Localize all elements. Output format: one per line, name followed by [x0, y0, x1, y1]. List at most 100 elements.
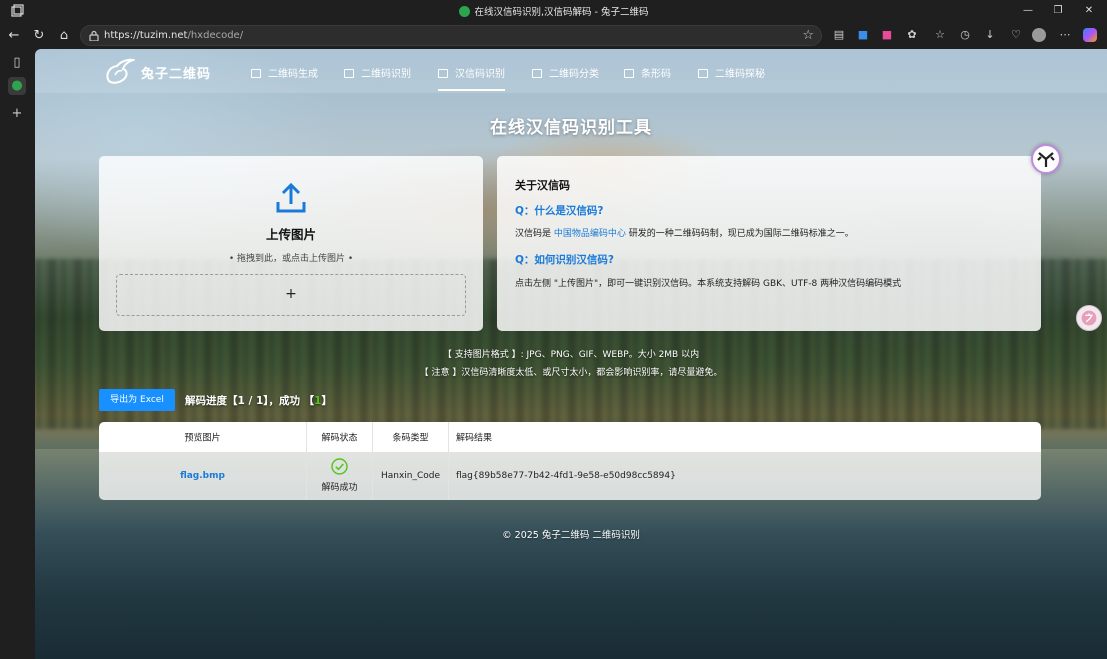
results-table: 预览图片 解码状态 条码类型 解码结果 flag.bmp 解码成功 Hanxin…: [99, 422, 1041, 500]
result-cell: flag{89b58e77-7b42-4fd1-9e58-e50d98cc589…: [456, 452, 1036, 500]
url-path: /hxdecode/: [187, 30, 244, 41]
upload-hint: • 拖拽到此，或点击上传图片 •: [228, 254, 354, 264]
decode-result[interactable]: flag{89b58e77-7b42-4fd1-9e58-e50d98cc589…: [456, 471, 1036, 481]
favorites-icon[interactable]: ☆: [933, 28, 947, 42]
category-icon: [532, 69, 542, 78]
warning-note: 【 注意 】汉信码清晰度太低、或尺寸太小，都会影响识别率，请尽量避免。: [419, 368, 723, 378]
extension-bookmark-icon[interactable]: ■: [856, 28, 870, 42]
header-result: 解码结果: [456, 433, 493, 444]
about-card: 关于汉信码 Q：什么是汉信码? 汉信码是 中国物品编码中心 研发的一种二维码码制…: [497, 156, 1041, 331]
nav-label: 汉信码识别: [455, 69, 505, 80]
image-icon: [438, 69, 448, 78]
window-title-text: 在线汉信码识别,汉信码解码 - 兔子二维码: [474, 7, 649, 18]
home-button[interactable]: ⌂: [55, 27, 73, 45]
faq-answer-what: 汉信码是 中国物品编码中心 研发的一种二维码码制，现已成为国际二维码标准之一。: [515, 226, 854, 239]
header-cell: 预览图片: [99, 422, 307, 452]
history-icon[interactable]: ◷: [958, 28, 972, 42]
nav-label: 条形码: [641, 69, 671, 80]
nav-qrcode-generate[interactable]: 二维码生成: [251, 65, 318, 80]
close-window-button[interactable]: ✕: [1074, 2, 1104, 20]
progress-text-end: 】: [321, 395, 332, 407]
header-status: 解码状态: [321, 433, 358, 444]
type-cell: Hanxin_Code: [373, 452, 449, 500]
upload-icon: [276, 182, 306, 213]
performance-heart-icon[interactable]: ♡: [1009, 28, 1023, 42]
url-text: https://tuzim.net/hxdecode/: [104, 30, 243, 41]
favorite-star-icon[interactable]: ☆: [802, 28, 814, 43]
answer-text: 研发的一种二维码码制，现已成为国际二维码标准之一。: [625, 229, 854, 239]
grid-icon: [251, 69, 261, 78]
nav-hanxin-recognize[interactable]: 汉信码识别: [438, 65, 505, 91]
maximize-button[interactable]: ❐: [1043, 2, 1073, 20]
minimize-button[interactable]: —: [1013, 2, 1043, 20]
decode-progress: 解码进度【1 / 1】，成功 【1】: [185, 393, 332, 408]
floating-assistant-button[interactable]: [1031, 144, 1061, 174]
header-type: 条码类型: [392, 433, 429, 444]
page-footer: © 2025 兔子二维码 二维码识别: [502, 530, 640, 541]
reading-view-icon[interactable]: ▤: [832, 28, 846, 42]
copilot-icon[interactable]: [1083, 28, 1097, 42]
page-title: 在线汉信码识别工具: [490, 118, 652, 138]
header-preview: 预览图片: [184, 433, 221, 444]
book-icon: [698, 69, 708, 78]
tab-list-icon[interactable]: ▯: [8, 54, 26, 72]
address-bar[interactable]: https://tuzim.net/hxdecode/ ☆: [80, 25, 822, 46]
drop-zone[interactable]: +: [116, 274, 466, 316]
extensions-icon[interactable]: ✿: [905, 28, 919, 42]
browser-toolbar: ← ↻ ⌂ https://tuzim.net/hxdecode/ ☆ ▤ ■ …: [0, 22, 1107, 49]
nav-barcode[interactable]: 条形码: [624, 65, 671, 80]
file-link[interactable]: flag.bmp: [99, 471, 306, 481]
ancc-link[interactable]: 中国物品编码中心: [554, 229, 626, 239]
progress-text: 解码进度【1 / 1】，成功 【: [185, 395, 315, 407]
barcode-type: Hanxin_Code: [380, 471, 441, 481]
nav-label: 二维码识别: [361, 69, 411, 80]
header-cell: 条码类型: [373, 422, 449, 452]
faq-question-what: Q：什么是汉信码?: [515, 205, 604, 217]
nav-qrcode-recognize[interactable]: 二维码识别: [344, 65, 411, 80]
window-title: 在线汉信码识别,汉信码解码 - 兔子二维码: [0, 4, 1107, 18]
nav-label: 二维码分类: [549, 69, 599, 80]
translate-icon: [1081, 310, 1097, 326]
preview-cell: flag.bmp: [99, 452, 307, 500]
page-viewport: 兔子二维码 二维码生成 二维码识别 汉信码识别 二维码分类 条形码 二维码探秘 …: [35, 49, 1107, 659]
supported-formats-note: 【 支持图片格式 】: JPG、PNG、GIF、WEBP。大小 2MB 以内: [442, 350, 700, 360]
nav-qrcode-category[interactable]: 二维码分类: [532, 65, 599, 80]
about-title: 关于汉信码: [515, 179, 570, 192]
url-host: https://tuzim.net: [104, 30, 188, 41]
faq-answer-how: 点击左侧 "上传图片"，即可一键识别汉信码。本系统支持解码 GBK、UTF-8 …: [515, 279, 902, 289]
nav-label: 二维码探秘: [715, 69, 765, 80]
site-favicon-icon: [458, 6, 470, 17]
new-tab-icon[interactable]: +: [8, 105, 26, 123]
downloads-icon[interactable]: ↓: [983, 28, 997, 42]
window-titlebar: 在线汉信码识别,汉信码解码 - 兔子二维码 — ❐ ✕: [0, 0, 1107, 22]
status-text: 解码成功: [321, 483, 358, 493]
active-tab-favicon-icon[interactable]: ●: [8, 77, 26, 95]
nav-qrcode-explore[interactable]: 二维码探秘: [698, 65, 765, 80]
logo-text[interactable]: 兔子二维码: [141, 63, 211, 82]
faq-question-how: Q：如何识别汉信码?: [515, 254, 615, 266]
profile-avatar[interactable]: [1032, 28, 1046, 42]
lock-icon: [89, 30, 99, 41]
plus-icon: +: [285, 286, 297, 302]
site-navbar: 兔子二维码 二维码生成 二维码识别 汉信码识别 二维码分类 条形码 二维码探秘: [35, 49, 1107, 93]
upload-title: 上传图片: [265, 227, 316, 242]
upload-card[interactable]: 上传图片 • 拖拽到此，或点击上传图片 • +: [99, 156, 483, 331]
success-check-icon: [331, 458, 348, 475]
barcode-icon: [624, 69, 634, 78]
answer-text: 汉信码是: [515, 229, 554, 239]
table-header: 预览图片 解码状态 条码类型 解码结果: [99, 422, 1041, 452]
assistant-icon: [1037, 152, 1055, 167]
extension-pink-icon[interactable]: ■: [880, 28, 894, 42]
table-row: flag.bmp 解码成功 Hanxin_Code flag{89b58e77-…: [99, 452, 1041, 500]
translate-float-button[interactable]: [1076, 305, 1102, 331]
browser-sidebar: ▯ ● +: [0, 49, 35, 659]
refresh-button[interactable]: ↻: [30, 27, 48, 45]
header-cell: 解码结果: [456, 422, 1036, 452]
scan-icon: [344, 69, 354, 78]
rabbit-logo-icon[interactable]: [103, 57, 135, 85]
export-excel-button[interactable]: 导出为 Excel: [99, 389, 175, 411]
status-cell: 解码成功: [307, 452, 373, 500]
nav-label: 二维码生成: [268, 69, 318, 80]
back-button[interactable]: ←: [5, 27, 23, 45]
more-menu-icon[interactable]: ⋯: [1058, 28, 1072, 42]
